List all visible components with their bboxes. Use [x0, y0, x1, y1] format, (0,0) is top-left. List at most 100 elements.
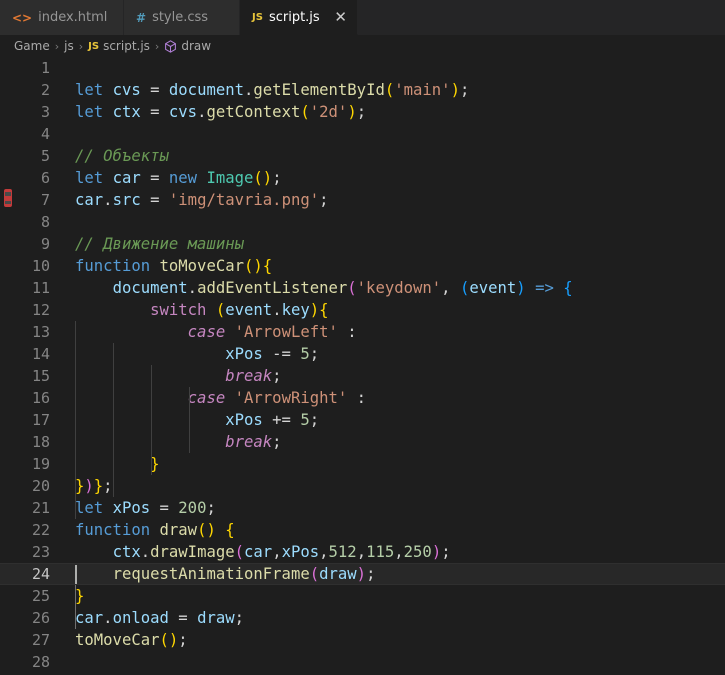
code-text: case 'ArrowRight' : [75, 387, 366, 409]
code-line[interactable]: 13 case 'ArrowLeft' : [0, 321, 725, 343]
code-line[interactable]: 11 document.addEventListener('keydown', … [0, 277, 725, 299]
code-text: document.addEventListener('keydown', (ev… [75, 277, 573, 299]
code-token: cvs [168, 103, 198, 121]
code-token: -= [262, 345, 301, 363]
code-token: ; [234, 609, 245, 627]
code-line[interactable]: 26 car.onload = draw; [0, 607, 725, 629]
code-line[interactable]: 22 function draw() { [0, 519, 725, 541]
code-text: case 'ArrowLeft' : [75, 321, 357, 343]
code-token: { [225, 521, 235, 539]
code-token: xPos [112, 499, 151, 517]
code-token: new [168, 169, 198, 187]
code-token: , [272, 543, 282, 561]
code-line[interactable]: 7 car.src = 'img/tavria.png'; [0, 189, 725, 211]
code-token: case [187, 323, 226, 341]
tab-style-css[interactable]: # style.css [124, 0, 240, 35]
code-line[interactable]: 9 // Движение машины [0, 233, 725, 255]
close-icon[interactable]: ✕ [334, 8, 347, 26]
tab-label: style.css [152, 10, 209, 25]
code-text: } [75, 585, 84, 607]
code-token: // Движение машины [75, 235, 244, 253]
line-number: 6 [40, 169, 50, 187]
code-token: ( [300, 103, 310, 121]
code-token: { [319, 301, 329, 319]
code-token: ( [347, 279, 357, 297]
line-number: 1 [40, 59, 50, 77]
code-token: ; [272, 433, 282, 451]
breadcrumb-item-js[interactable]: js [64, 39, 74, 53]
code-line[interactable]: 4 [0, 123, 725, 145]
code-editor[interactable]: 28 27 toMoveCar(); 26 car.onload = draw; 25} 2… [0, 57, 725, 675]
tab-script-js[interactable]: JS script.js ✕ [240, 0, 358, 35]
code-token: () [197, 521, 216, 539]
indent-guide [75, 585, 76, 629]
code-token: 'ArrowRight' [234, 389, 348, 407]
code-token: } [93, 477, 104, 495]
code-text: } [75, 453, 159, 475]
code-token: , [394, 543, 404, 561]
code-token: drawImage [150, 543, 235, 561]
code-token: break [225, 433, 273, 451]
code-line[interactable]: 19 } [0, 453, 725, 475]
code-line[interactable]: 15 break; [0, 365, 725, 387]
code-line[interactable]: 27 toMoveCar(); [0, 629, 725, 651]
code-token: = [140, 191, 169, 209]
code-token: () [244, 257, 263, 275]
code-line[interactable]: 25} [0, 585, 725, 607]
code-token: ( [459, 279, 470, 297]
code-line[interactable]: 18 break; [0, 431, 725, 453]
code-token: ) [450, 81, 460, 99]
code-token: ) [356, 565, 367, 583]
tab-index-html[interactable]: <> index.html [0, 0, 124, 35]
breadcrumb-item-draw[interactable]: draw [181, 39, 211, 53]
line-number: 5 [40, 147, 50, 165]
code-text: break; [75, 365, 282, 387]
code-text: switch (event.key){ [75, 299, 329, 321]
code-token: = [150, 499, 179, 517]
code-token: 'keydown' [356, 279, 442, 297]
code-text: toMoveCar(); [75, 629, 188, 651]
code-line[interactable]: 3 let ctx = cvs.getContext('2d'); [0, 101, 725, 123]
code-token: ) [309, 301, 320, 319]
code-line[interactable]: 24 requestAnimationFrame(draw); [0, 563, 725, 585]
code-line[interactable]: 12 switch (event.key){ [0, 299, 725, 321]
code-line[interactable]: 21 let xPos = 200; [0, 497, 725, 519]
code-text: function draw() { [75, 519, 235, 541]
code-text: car.onload = draw; [75, 607, 244, 629]
breadcrumb-item-script-js[interactable]: script.js [103, 39, 150, 53]
code-line[interactable]: 16 case 'ArrowRight' : [0, 387, 725, 409]
line-number: 27 [31, 631, 50, 649]
code-line[interactable]: 17 xPos += 5; [0, 409, 725, 431]
breadcrumb-item-game[interactable]: Game [14, 39, 50, 53]
line-number: 16 [31, 389, 50, 407]
code-token: 5 [300, 411, 310, 429]
code-token: ( [234, 543, 245, 561]
code-line[interactable]: 1 [0, 57, 725, 79]
code-token: car [112, 169, 141, 187]
code-token: '2d' [309, 103, 348, 121]
code-line[interactable]: 14 xPos -= 5; [0, 343, 725, 365]
code-line[interactable]: 5 // Объекты [0, 145, 725, 167]
code-line[interactable]: 23 ctx.drawImage(car,xPos,512,115,250); [0, 541, 725, 563]
line-number: 2 [40, 81, 50, 99]
text-cursor [75, 565, 77, 584]
code-line[interactable]: 10 function toMoveCar(){ [0, 255, 725, 277]
code-line[interactable]: 20})}; [0, 475, 725, 497]
code-line[interactable]: 6 let car = new Image(); [0, 167, 725, 189]
code-token: , [319, 543, 329, 561]
code-line[interactable]: 2 let cvs = document.getElementById('main… [0, 79, 725, 101]
code-token: ; [206, 499, 216, 517]
code-line[interactable]: 8 [0, 211, 725, 233]
code-token: () [253, 169, 273, 187]
line-number: 22 [31, 521, 50, 539]
code-token: let [75, 103, 104, 121]
code-token: ; [272, 367, 282, 385]
code-text: xPos += 5; [75, 409, 319, 431]
code-line[interactable]: 28 [0, 651, 725, 673]
code-token: ; [309, 345, 320, 363]
chevron-right-icon: › [54, 39, 60, 53]
line-number: 23 [31, 543, 50, 561]
code-token: . [244, 81, 254, 99]
